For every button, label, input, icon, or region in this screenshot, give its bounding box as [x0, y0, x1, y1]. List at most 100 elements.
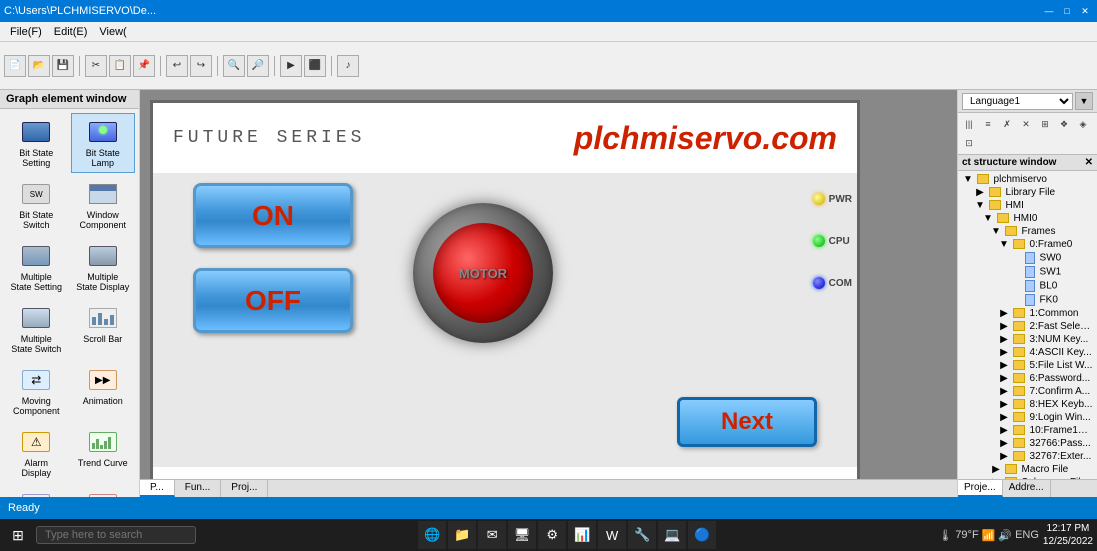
tree-4ascii[interactable]: ▶ 4:ASCII Key...: [960, 346, 1095, 359]
tree-sw1[interactable]: SW1: [960, 265, 1095, 279]
rtool-3[interactable]: ✗: [998, 115, 1016, 133]
tree-2fast[interactable]: ▶ 2:Fast Selec...: [960, 320, 1095, 333]
menu-file[interactable]: File(F): [4, 22, 48, 41]
tree-hmi[interactable]: ▼ HMI: [960, 199, 1095, 212]
start-button[interactable]: ⊞: [4, 521, 32, 549]
main-area: Graph element window Bit StateSetting Bi…: [0, 90, 1097, 497]
toolbar-note[interactable]: ♪: [337, 55, 359, 77]
tree-10frame[interactable]: ▶ 10:Frame1C...: [960, 424, 1095, 437]
tab-p[interactable]: P...: [140, 480, 175, 497]
tree-root[interactable]: ▼ plchmiservo: [960, 173, 1095, 186]
tree-hmi0[interactable]: ▼ HMI0: [960, 212, 1095, 225]
taskbar-app10[interactable]: 🔵: [688, 521, 716, 549]
tab-proj[interactable]: Proj...: [221, 480, 268, 497]
tree-macro[interactable]: ▶ Macro File: [960, 463, 1095, 476]
taskbar-app8[interactable]: 🔧: [628, 521, 656, 549]
sidebar-item-xy-plot[interactable]: XY XY Plot: [4, 485, 69, 497]
multiple-state-switch-icon: [20, 304, 52, 332]
sidebar-item-window-component[interactable]: WindowComponent: [71, 175, 136, 235]
toolbar-new[interactable]: 📄: [4, 55, 26, 77]
rtool-6[interactable]: ❖: [1055, 115, 1073, 133]
taskbar-app5[interactable]: ⚙: [538, 521, 566, 549]
sidebar-item-bit-state-lamp[interactable]: Bit StateLamp: [71, 113, 136, 173]
sidebar-item-multiple-state-switch[interactable]: MultipleState Switch: [4, 299, 69, 359]
close-button[interactable]: ✕: [1077, 3, 1093, 19]
sidebar-item-bit-state-switch[interactable]: SW Bit StateSwitch: [4, 175, 69, 235]
tray-lang: ENG: [1015, 529, 1039, 541]
toolbar-run[interactable]: ▶: [280, 55, 302, 77]
motor-outer: MOTOR: [413, 203, 553, 343]
toolbar-stop[interactable]: ⬛: [304, 55, 326, 77]
toolbar-open[interactable]: 📂: [28, 55, 50, 77]
tree-frames[interactable]: ▼ Frames: [960, 225, 1095, 238]
taskbar-time[interactable]: 12:17 PM 12/25/2022: [1043, 522, 1093, 548]
sidebar-item-moving-component[interactable]: ⇄ MovingComponent: [4, 361, 69, 421]
language-select[interactable]: Language1: [962, 93, 1073, 110]
tab-fun[interactable]: Fun...: [175, 480, 222, 497]
toolbar-sep3: [217, 56, 218, 76]
taskbar-mail[interactable]: ✉: [478, 521, 506, 549]
right-tab-proje[interactable]: Proje...: [958, 480, 1003, 497]
sidebar-item-bar-picture[interactable]: Bar Picture: [71, 485, 136, 497]
taskbar-app6[interactable]: 📊: [568, 521, 596, 549]
maximize-button[interactable]: □: [1059, 3, 1075, 19]
tree-5file[interactable]: ▶ 5:File List W...: [960, 359, 1095, 372]
tree-1common[interactable]: ▶ 1:Common: [960, 307, 1095, 320]
tree-header-close[interactable]: ✕: [1085, 157, 1093, 168]
toolbar-redo[interactable]: ↪: [190, 55, 212, 77]
moving-component-icon: ⇄: [20, 366, 52, 394]
hmi-controls: ON OFF: [193, 183, 353, 333]
rtool-8[interactable]: ⊡: [960, 134, 978, 152]
sidebar-item-multiple-state-setting[interactable]: MultipleState Setting: [4, 237, 69, 297]
toolbar-zoom-out[interactable]: 🔎: [247, 55, 269, 77]
tree-9login[interactable]: ▶ 9:Login Win...: [960, 411, 1095, 424]
tree-8hex[interactable]: ▶ 8:HEX Keyb...: [960, 398, 1095, 411]
right-tab-addre[interactable]: Addre...: [1003, 480, 1051, 497]
lang-dropdown-btn[interactable]: ▼: [1075, 92, 1093, 110]
tree-sw0[interactable]: SW0: [960, 251, 1095, 265]
multiple-state-setting-icon: [20, 242, 52, 270]
tree-6pass[interactable]: ▶ 6:Password...: [960, 372, 1095, 385]
taskbar-explorer[interactable]: 📁: [448, 521, 476, 549]
toolbar-save[interactable]: 💾: [52, 55, 74, 77]
rtool-1[interactable]: |||: [960, 115, 978, 133]
toolbar-copy[interactable]: 📋: [109, 55, 131, 77]
sidebar-item-animation[interactable]: ▶▶ Animation: [71, 361, 136, 421]
menu-view[interactable]: View(: [93, 22, 132, 41]
tree-fk0[interactable]: FK0: [960, 293, 1095, 307]
toolbar-cut[interactable]: ✂: [85, 55, 107, 77]
tree-3num[interactable]: ▶ 3:NUM Key...: [960, 333, 1095, 346]
taskbar-browser[interactable]: 🌐: [418, 521, 446, 549]
taskbar-word[interactable]: W: [598, 521, 626, 549]
taskbar-app9[interactable]: 💻: [658, 521, 686, 549]
tree-bl0[interactable]: BL0: [960, 279, 1095, 293]
tree-header-title: ct structure window: [962, 157, 1056, 168]
tree-32767[interactable]: ▶ 32767:Exter...: [960, 450, 1095, 463]
search-input[interactable]: [36, 526, 196, 544]
tree-library-file[interactable]: ▶ Library File: [960, 186, 1095, 199]
sidebar-item-alarm-display[interactable]: ⚠ AlarmDisplay: [4, 423, 69, 483]
toolbar-zoom-in[interactable]: 🔍: [223, 55, 245, 77]
toolbar-undo[interactable]: ↩: [166, 55, 188, 77]
tree-7confirm[interactable]: ▶ 7:Confirm A...: [960, 385, 1095, 398]
taskbar-app4[interactable]: 🖥: [508, 521, 536, 549]
on-button[interactable]: ON: [193, 183, 353, 248]
rtool-4[interactable]: ✕: [1017, 115, 1035, 133]
hmi-brand: Kinco: [153, 467, 857, 479]
sidebar-item-bit-state-setting[interactable]: Bit StateSetting: [4, 113, 69, 173]
hmi-canvas-wrapper[interactable]: Future Series plchmiservo.com ON OFF MOT…: [140, 90, 957, 479]
rtool-5[interactable]: ⊞: [1036, 115, 1054, 133]
minimize-button[interactable]: —: [1041, 3, 1057, 19]
toolbar-paste[interactable]: 📌: [133, 55, 155, 77]
off-button[interactable]: OFF: [193, 268, 353, 333]
rtool-7[interactable]: ◈: [1074, 115, 1092, 133]
sidebar-item-multiple-state-display[interactable]: MultipleState Display: [71, 237, 136, 297]
tree-frame0[interactable]: ▼ 0:Frame0: [960, 238, 1095, 251]
sidebar-item-scroll-bar[interactable]: Scroll Bar: [71, 299, 136, 359]
rtool-2[interactable]: ≡: [979, 115, 997, 133]
project-tree-header: ct structure window ✕: [958, 155, 1097, 171]
sidebar-item-trend-curve[interactable]: Trend Curve: [71, 423, 136, 483]
next-button[interactable]: Next: [677, 397, 817, 447]
menu-edit[interactable]: Edit(E): [48, 22, 94, 41]
tree-32766[interactable]: ▶ 32766:Pass...: [960, 437, 1095, 450]
